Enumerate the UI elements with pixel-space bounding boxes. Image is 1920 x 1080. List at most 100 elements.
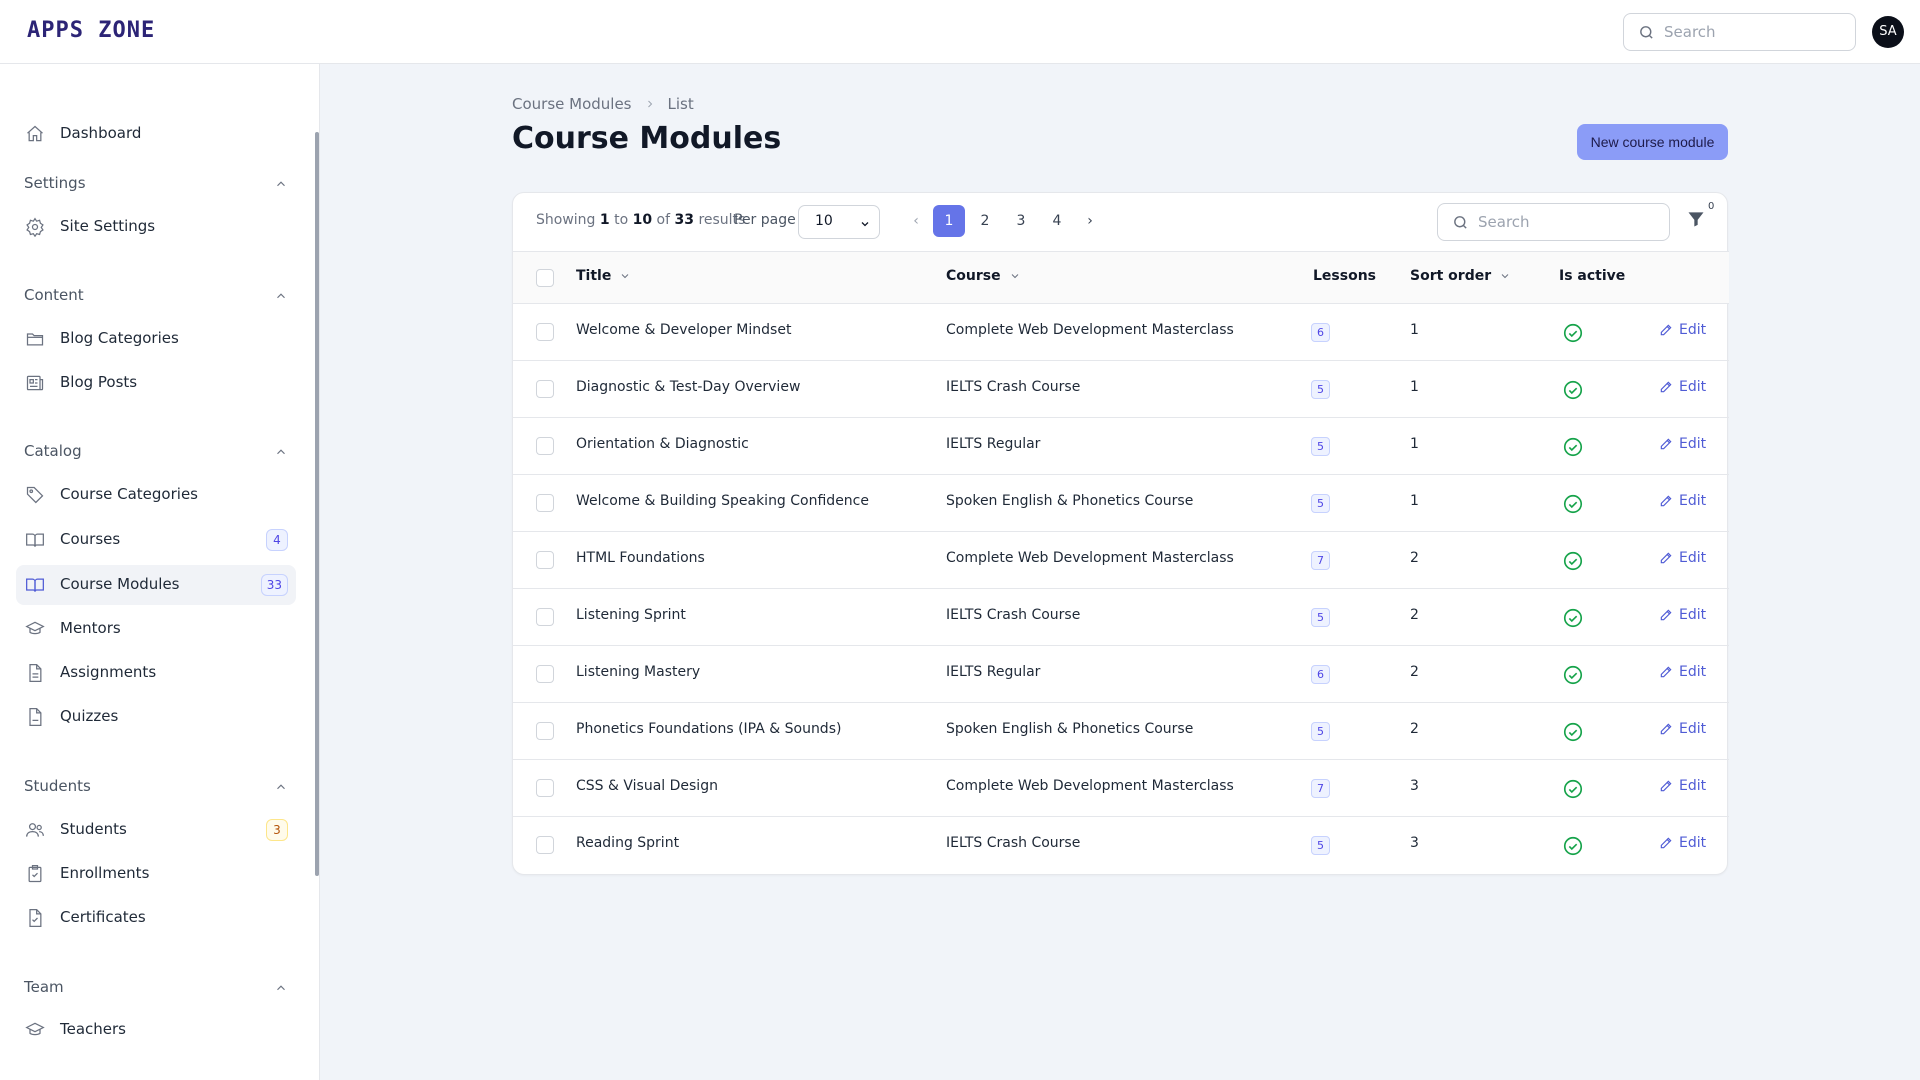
column-header-course[interactable]: Course [946,268,1021,284]
edit-button[interactable]: Edit [1659,664,1706,680]
chevron-up-icon [274,177,288,191]
check-circle-icon [1562,493,1584,515]
sidebar-item-mentors[interactable]: Mentors [16,609,296,649]
edit-button[interactable]: Edit [1659,835,1706,851]
row-checkbox[interactable] [536,836,554,854]
sidebar-item-assignments[interactable]: Assignments [16,653,296,693]
row-checkbox[interactable] [536,494,554,512]
table-search-input[interactable]: Search [1437,203,1670,241]
sidebar-item-label: Site Settings [60,217,156,235]
breadcrumb-current: List [667,95,694,113]
sidebar-group-label: Students [24,777,91,795]
sidebar-item-label: Students [60,820,127,838]
row-checkbox[interactable] [536,380,554,398]
table-row[interactable]: Listening Mastery IELTS Regular 6 2 Edit [513,646,1729,703]
table-row[interactable]: CSS & Visual Design Complete Web Developm… [513,760,1729,817]
sidebar-item-dashboard[interactable]: Dashboard [16,114,296,154]
table-row[interactable]: Phonetics Foundations (IPA & Sounds) Spok… [513,703,1729,760]
sidebar-group-catalog[interactable]: Catalog [24,440,288,464]
page-button-1[interactable]: 1 [933,205,965,237]
sidebar-item-course-categories[interactable]: Course Categories [16,475,296,515]
edit-button[interactable]: Edit [1659,436,1706,452]
column-header-lessons: Lessons [1313,268,1376,284]
sidebar-group-students[interactable]: Students [24,775,288,799]
sidebar-item-site-settings[interactable]: Site Settings [16,207,296,247]
lessons-count-badge: 5 [1311,608,1330,627]
table-row[interactable]: Orientation & Diagnostic IELTS Regular 5 1 E… [513,418,1729,475]
edit-button[interactable]: Edit [1659,322,1706,338]
edit-icon [1660,324,1672,336]
row-checkbox[interactable] [536,437,554,455]
sidebar-item-certificates[interactable]: Certificates [16,898,296,938]
table-row[interactable]: HTML Foundations Complete Web Development… [513,532,1729,589]
sidebar-item-students[interactable]: Students 3 [16,810,296,850]
row-checkbox[interactable] [536,551,554,569]
page-button-2[interactable]: 2 [969,205,1001,237]
sidebar-scrollbar[interactable] [315,132,319,876]
edit-button[interactable]: Edit [1659,493,1706,509]
sidebar-item-blog-posts[interactable]: Blog Posts [16,363,296,403]
row-checkbox[interactable] [536,722,554,740]
sidebar-item-course-modules[interactable]: Course Modules 33 [16,565,296,605]
next-page-button[interactable]: › [1077,205,1103,237]
column-header-sort-order[interactable]: Sort order [1410,268,1511,284]
sidebar-item-label: Teachers [60,1020,126,1038]
user-avatar[interactable]: SA [1872,16,1904,48]
select-all-checkbox[interactable] [536,269,554,287]
edit-icon [1660,381,1672,393]
row-checkbox[interactable] [536,323,554,341]
check-circle-icon [1562,436,1584,458]
edit-button[interactable]: Edit [1659,778,1706,794]
global-search-placeholder: Search [1664,23,1716,41]
sidebar-item-blog-categories[interactable]: Blog Categories [16,319,296,359]
cell-sort-order: 1 [1410,493,1419,509]
check-circle-icon [1562,379,1584,401]
document-check-icon [25,908,45,928]
chevron-up-icon [274,780,288,794]
page-button-4[interactable]: 4 [1041,205,1073,237]
sidebar-group-settings[interactable]: Settings [24,172,288,196]
sidebar-item-label: Course Modules [60,575,180,593]
app-logo[interactable]: APPS ZONE [27,18,155,43]
row-checkbox[interactable] [536,779,554,797]
edit-button[interactable]: Edit [1659,607,1706,623]
edit-button[interactable]: Edit [1659,721,1706,737]
sidebar-item-label: Certificates [60,908,146,926]
edit-button[interactable]: Edit [1659,550,1706,566]
edit-icon [1660,609,1672,621]
table-row[interactable]: Reading Sprint IELTS Crash Course 5 3 Edit [513,817,1729,874]
column-header-title[interactable]: Title [576,268,631,284]
breadcrumb-link[interactable]: Course Modules [512,95,632,113]
count-badge: 3 [266,819,288,841]
book-icon [25,575,45,595]
new-course-module-button[interactable]: New course module [1577,124,1728,160]
table-row[interactable]: Diagnostic & Test-Day Overview IELTS Cras… [513,361,1729,418]
check-circle-icon [1562,778,1584,800]
page-button-3[interactable]: 3 [1005,205,1037,237]
table-row[interactable]: Welcome & Developer Mindset Complete Web … [513,304,1729,361]
pagination: ‹ 1 2 3 4 › [903,205,1107,237]
sidebar-item-enrollments[interactable]: Enrollments [16,854,296,894]
prev-page-button[interactable]: ‹ [903,205,929,237]
table-row[interactable]: Welcome & Building Speaking Confidence Sp… [513,475,1729,532]
table-row[interactable]: Listening Sprint IELTS Crash Course 5 2 Edit [513,589,1729,646]
sidebar-item-courses[interactable]: Courses 4 [16,520,296,560]
row-checkbox[interactable] [536,665,554,683]
cell-title: Diagnostic & Test-Day Overview [576,379,801,395]
column-header-is-active: Is active [1559,268,1626,284]
edit-icon [1660,438,1672,450]
edit-button[interactable]: Edit [1659,379,1706,395]
sidebar-item-quizzes[interactable]: Quizzes [16,697,296,737]
row-checkbox[interactable] [536,608,554,626]
edit-icon [1660,666,1672,678]
per-page-select[interactable]: 10 [798,205,880,239]
sidebar-group-team[interactable]: Team [24,976,288,1000]
sidebar-item-teachers[interactable]: Teachers [16,1010,296,1050]
cell-title: Reading Sprint [576,835,680,851]
sidebar-group-content[interactable]: Content [24,284,288,308]
filter-icon[interactable] [1686,209,1706,229]
chevron-up-icon [274,289,288,303]
global-search-input[interactable]: Search [1623,13,1856,51]
cell-title: Welcome & Building Speaking Confidence [576,493,869,509]
cell-title: Listening Sprint [576,607,686,623]
